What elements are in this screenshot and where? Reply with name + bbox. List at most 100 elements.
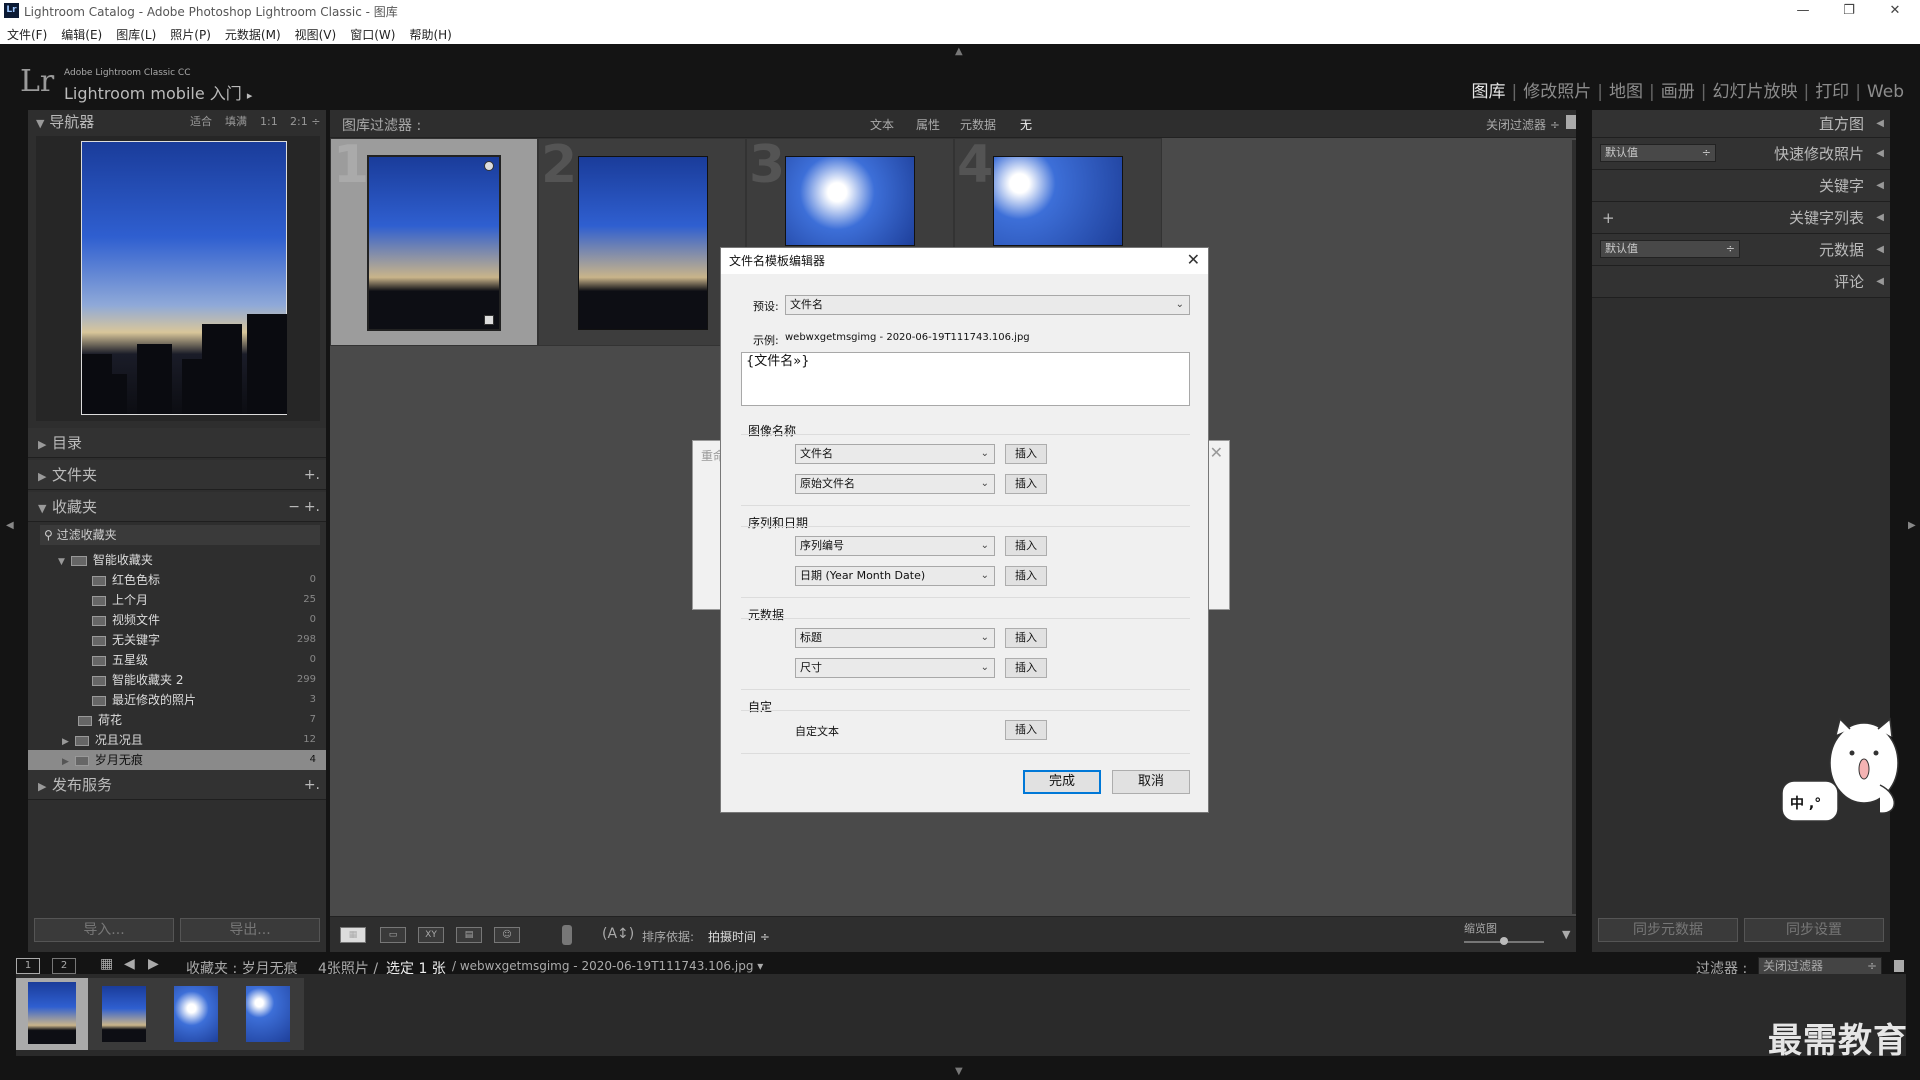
cancel-button[interactable]: 取消 bbox=[1112, 770, 1190, 794]
list-item[interactable]: 五星级 0 bbox=[28, 650, 326, 670]
image-name-select-2[interactable]: 原始文件名 ⌄ bbox=[795, 474, 995, 494]
list-item[interactable]: ▶ 况且况且 12 bbox=[28, 730, 326, 750]
module-library[interactable]: 图库 bbox=[1466, 77, 1512, 102]
loupe-view-icon[interactable]: ▭ bbox=[380, 927, 406, 943]
sort-dropdown[interactable]: 拍摄时间 ÷ bbox=[708, 928, 770, 945]
close-icon[interactable]: ✕ bbox=[1187, 250, 1200, 269]
filter-tab-metadata[interactable]: 元数据 bbox=[960, 116, 996, 133]
spray-can-icon[interactable] bbox=[562, 925, 572, 945]
slider-handle[interactable] bbox=[1500, 937, 1508, 945]
insert-button[interactable]: 插入 bbox=[1005, 628, 1047, 648]
menu-window[interactable]: 窗口(W) bbox=[343, 22, 402, 43]
filter-tab-text[interactable]: 文本 bbox=[870, 116, 894, 133]
metadata-header[interactable]: 默认值 ÷ 元数据 ◀ bbox=[1592, 234, 1890, 266]
zoom-fit[interactable]: 适合 bbox=[190, 110, 212, 134]
zoom-fill[interactable]: 填满 bbox=[225, 110, 247, 134]
insert-button[interactable]: 插入 bbox=[1005, 566, 1047, 586]
filter-tab-none[interactable]: 无 bbox=[1020, 116, 1032, 133]
metadata-select-1[interactable]: 标题 ⌄ bbox=[795, 628, 995, 648]
menu-photo[interactable]: 照片(P) bbox=[163, 22, 218, 43]
minus-icon[interactable]: − bbox=[288, 492, 300, 522]
preset-dropdown[interactable]: 文件名 ⌄ bbox=[785, 295, 1190, 315]
metadata-preset-select[interactable]: 默认值 ÷ bbox=[1600, 240, 1740, 258]
module-develop[interactable]: 修改照片 bbox=[1517, 77, 1597, 102]
collections-header[interactable]: ▼ 收藏夹 − +. bbox=[28, 492, 326, 522]
survey-view-icon[interactable]: ▤ bbox=[456, 927, 482, 943]
grid-scrollbar[interactable] bbox=[1572, 140, 1576, 914]
quick-develop-header[interactable]: 默认值 ÷ 快速修改照片 ◀ bbox=[1592, 138, 1890, 170]
filmstrip-thumb[interactable] bbox=[88, 978, 160, 1050]
module-web[interactable]: Web bbox=[1861, 82, 1910, 102]
add-collection-icon[interactable]: +. bbox=[304, 492, 320, 522]
compare-view-icon[interactable]: XY bbox=[418, 927, 444, 943]
bg-close-icon[interactable]: ✕ bbox=[1210, 443, 1223, 462]
image-name-select-1[interactable]: 文件名 ⌄ bbox=[795, 444, 995, 464]
bottom-panel-toggle-icon[interactable]: ▼ bbox=[955, 1066, 963, 1077]
menu-edit[interactable]: 编辑(E) bbox=[54, 22, 109, 43]
done-button[interactable]: 完成 bbox=[1023, 770, 1101, 794]
smart-collections-set[interactable]: ▼ 智能收藏夹 bbox=[28, 550, 326, 570]
list-item[interactable]: 荷花 7 bbox=[28, 710, 326, 730]
menu-help[interactable]: 帮助(H) bbox=[402, 22, 458, 43]
filter-collections-input[interactable]: ⚲ 过滤收藏夹 bbox=[40, 525, 320, 545]
menu-metadata[interactable]: 元数据(M) bbox=[218, 22, 288, 43]
export-button[interactable]: 导出... bbox=[180, 918, 320, 942]
insert-button[interactable]: 插入 bbox=[1005, 474, 1047, 494]
close-window-icon[interactable]: ✕ bbox=[1872, 0, 1918, 22]
insert-button[interactable]: 插入 bbox=[1005, 536, 1047, 556]
list-item[interactable]: 上个月 25 bbox=[28, 590, 326, 610]
zoom-2-1[interactable]: 2:1 ÷ bbox=[290, 110, 320, 134]
metadata-select-2[interactable]: 尺寸 ⌄ bbox=[795, 658, 995, 678]
grid-view-icon[interactable]: ▦ bbox=[340, 927, 366, 943]
back-arrow-icon[interactable]: ◀ bbox=[124, 956, 135, 972]
folders-header[interactable]: ▶ 文件夹 +. bbox=[28, 460, 326, 490]
grid-cell-1[interactable]: 1 bbox=[330, 135, 538, 346]
navigator-preview[interactable] bbox=[36, 136, 320, 421]
secondary-window-button[interactable]: 2 bbox=[52, 958, 76, 974]
filmstrip-thumb[interactable] bbox=[232, 978, 304, 1050]
module-book[interactable]: 画册 bbox=[1655, 77, 1701, 102]
import-button[interactable]: 导入... bbox=[34, 918, 174, 942]
filter-preset-dropdown[interactable]: 关闭过滤器 ÷ bbox=[1486, 116, 1560, 133]
list-item-selected[interactable]: ▶ 岁月无痕 4 bbox=[28, 750, 326, 770]
module-print[interactable]: 打印 bbox=[1809, 77, 1855, 102]
template-text-area[interactable]: {文件名»} bbox=[741, 352, 1190, 406]
sort-direction-icon[interactable]: (A↕) bbox=[602, 926, 634, 942]
filter-tab-attribute[interactable]: 属性 bbox=[916, 116, 940, 133]
lightroom-mobile-link[interactable]: Lightroom mobile 入门 ▸ bbox=[64, 80, 252, 104]
filter-lock-icon[interactable] bbox=[1894, 960, 1904, 972]
comments-header[interactable]: 评论 ◀ bbox=[1592, 266, 1890, 298]
insert-button[interactable]: 插入 bbox=[1005, 658, 1047, 678]
catalog-header[interactable]: ▶ 目录 bbox=[28, 428, 326, 458]
date-select[interactable]: 日期 (Year Month Date) ⌄ bbox=[795, 566, 995, 586]
right-panel-toggle-icon[interactable]: ▶ bbox=[1908, 520, 1916, 531]
insert-button[interactable]: 插入 bbox=[1005, 444, 1047, 464]
filmstrip-thumb[interactable] bbox=[16, 978, 88, 1050]
sync-metadata-button[interactable]: 同步元数据 bbox=[1598, 918, 1738, 942]
keyword-list-header[interactable]: + 关键字列表 ◀ bbox=[1592, 202, 1890, 234]
toolbar-menu-icon[interactable]: ▼ bbox=[1562, 928, 1570, 941]
list-item[interactable]: 视频文件 0 bbox=[28, 610, 326, 630]
people-view-icon[interactable]: ☺ bbox=[494, 927, 520, 943]
list-item[interactable]: 智能收藏夹 2 299 bbox=[28, 670, 326, 690]
forward-arrow-icon[interactable]: ▶ bbox=[148, 956, 159, 972]
menu-library[interactable]: 图库(L) bbox=[109, 22, 163, 43]
publish-services-header[interactable]: ▶ 发布服务 +. bbox=[28, 770, 326, 800]
module-map[interactable]: 地图 bbox=[1603, 77, 1649, 102]
list-item[interactable]: 最近修改的照片 3 bbox=[28, 690, 326, 710]
add-folder-icon[interactable]: +. bbox=[304, 460, 320, 490]
add-keyword-icon[interactable]: + bbox=[1602, 202, 1615, 234]
histogram-header[interactable]: 直方图 ◀ bbox=[1592, 110, 1890, 138]
module-slideshow[interactable]: 幻灯片放映 bbox=[1706, 77, 1803, 102]
minimize-icon[interactable]: — bbox=[1780, 0, 1826, 22]
input-method-mascot[interactable]: 中 ,° bbox=[1780, 715, 1920, 835]
filmstrip-thumb[interactable] bbox=[160, 978, 232, 1050]
grid-shortcut-icon[interactable]: ▦ bbox=[100, 956, 113, 972]
selected-filename[interactable]: / webwxgetmsgimg - 2020-06-19T111743.106… bbox=[452, 959, 763, 973]
zoom-1-1[interactable]: 1:1 bbox=[260, 110, 278, 134]
grid-cell-2[interactable]: 2 bbox=[538, 135, 746, 346]
keywording-header[interactable]: 关键字 ◀ bbox=[1592, 170, 1890, 202]
list-item[interactable]: 无关键字 298 bbox=[28, 630, 326, 650]
lock-icon[interactable] bbox=[1566, 115, 1576, 129]
main-window-button[interactable]: 1 bbox=[16, 958, 40, 974]
